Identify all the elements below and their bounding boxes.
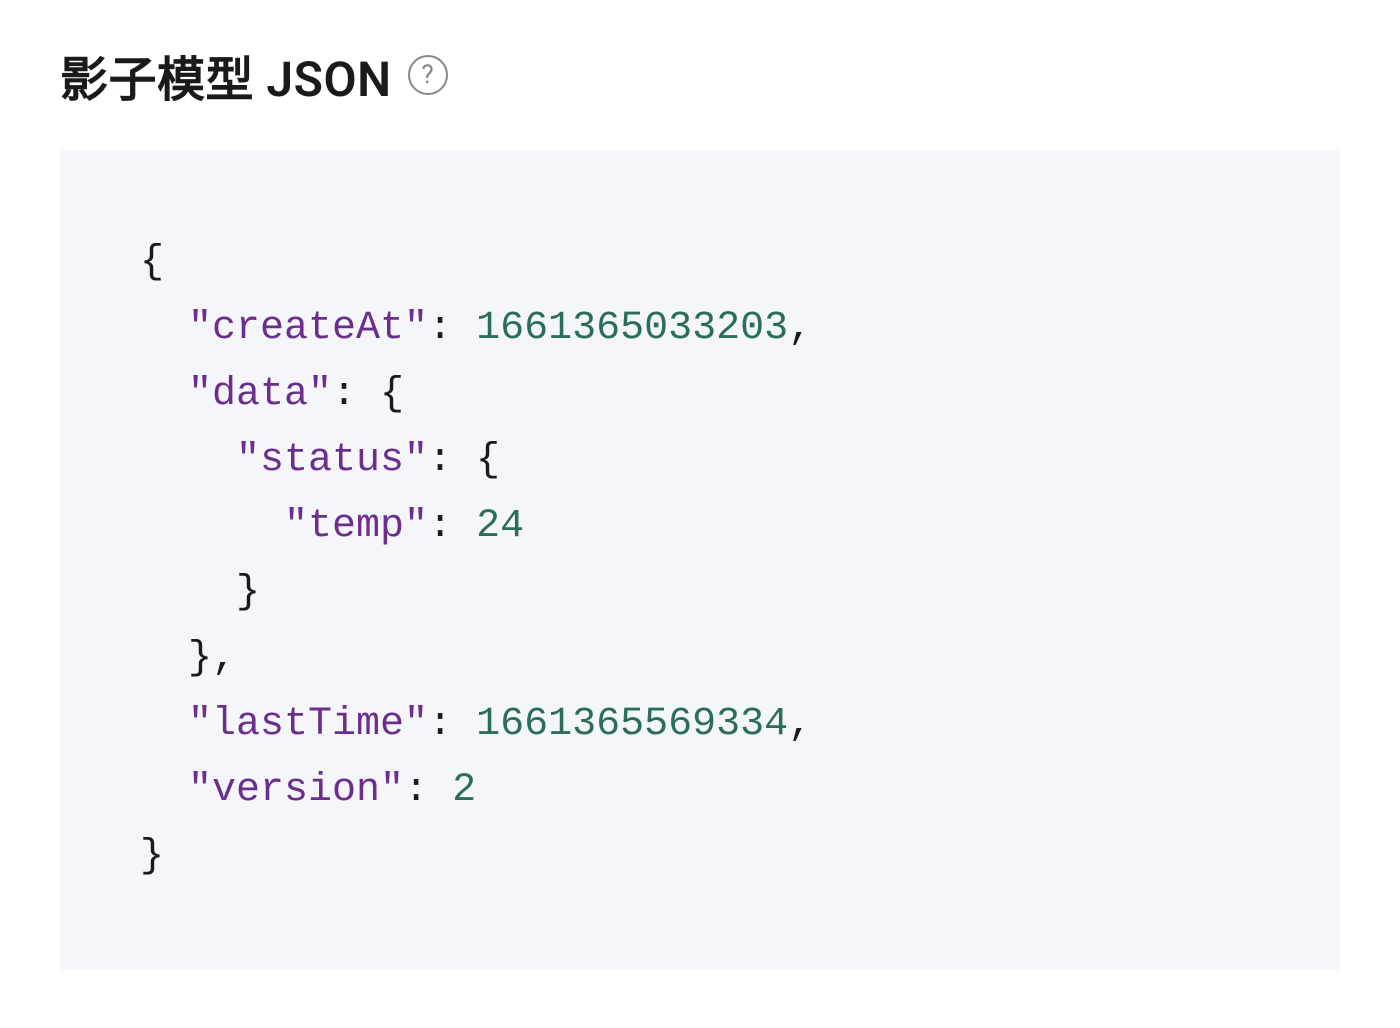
json-value-lastTime: 1661365569334	[476, 702, 788, 747]
json-value-temp: 24	[476, 504, 524, 549]
brace-close-comma: },	[188, 636, 236, 681]
json-key-status: "status"	[236, 438, 428, 483]
main-container: 影子模型 JSON ? { "createAt": 1661365033203,…	[0, 0, 1400, 1010]
json-code-block: { "createAt": 1661365033203, "data": { "…	[60, 150, 1340, 970]
header: 影子模型 JSON ?	[60, 40, 1340, 110]
json-key-version: "version"	[188, 768, 404, 813]
brace-close: }	[236, 570, 260, 615]
json-key-createAt: "createAt"	[188, 306, 428, 351]
page-title: 影子模型 JSON	[60, 40, 392, 110]
json-key-temp: "temp"	[284, 504, 428, 549]
json-value-createAt: 1661365033203	[476, 306, 788, 351]
brace-close-final: }	[140, 834, 164, 879]
json-key-data: "data"	[188, 372, 332, 417]
brace-open: {	[140, 240, 164, 285]
json-value-version: 2	[452, 768, 476, 813]
help-icon[interactable]: ?	[408, 55, 448, 95]
json-key-lastTime: "lastTime"	[188, 702, 428, 747]
